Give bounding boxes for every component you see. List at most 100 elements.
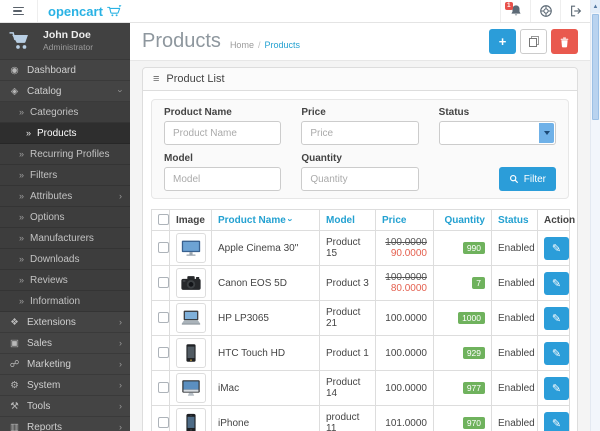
row-checkbox[interactable]	[158, 277, 169, 289]
sidebar-item-tools[interactable]: ⚒ Tools ›	[0, 396, 130, 417]
page-scrollbar[interactable]: ▲	[590, 0, 600, 431]
sidebar-item-filters[interactable]: » Filters	[0, 165, 130, 186]
submenu-arrow-icon: »	[19, 275, 25, 285]
add-new-button[interactable]: +	[489, 29, 516, 54]
price-cell: 101.0000	[375, 405, 434, 431]
sidebar-item-extensions[interactable]: ❖ Extensions ›	[0, 312, 130, 333]
row-checkbox[interactable]	[158, 382, 169, 394]
copy-button[interactable]	[520, 29, 547, 54]
sidebar-item-products[interactable]: » Products	[0, 123, 130, 144]
select-dropdown-arrow-icon[interactable]	[539, 123, 554, 143]
sort-quantity-link[interactable]: Quantity	[444, 215, 485, 226]
dashboard-icon: ◉	[10, 64, 19, 76]
sidebar-item-reviews[interactable]: » Reviews	[0, 270, 130, 291]
product-name-cell: Canon EOS 5D	[211, 265, 320, 301]
breadcrumb: Home / Products	[230, 40, 300, 50]
edit-button[interactable]: ✎	[544, 376, 569, 400]
user-profile: John Doe Administrator	[0, 23, 130, 60]
price: 100.0000	[385, 312, 427, 324]
logout-icon	[570, 5, 581, 17]
menu-toggle-button[interactable]	[0, 0, 38, 22]
scrollbar-up-arrow-icon[interactable]: ▲	[591, 0, 600, 13]
filter-button[interactable]: Filter	[498, 167, 556, 191]
filter-button-cell: Filter	[439, 153, 556, 191]
sort-price-link[interactable]: Price	[382, 215, 406, 226]
row-checkbox[interactable]	[158, 312, 169, 324]
edit-button[interactable]: ✎	[544, 411, 569, 431]
sidebar-nav: ◉ Dashboard ◈ Catalog ›» Categories» Products»…	[0, 60, 130, 431]
price: 101.0000	[385, 417, 427, 429]
sort-status-link[interactable]: Status	[498, 215, 529, 226]
cart-icon: ▣	[10, 337, 19, 349]
sidebar-item-categories[interactable]: » Categories	[0, 102, 130, 123]
status-select[interactable]	[438, 121, 556, 145]
quantity-badge: 1000	[458, 311, 485, 325]
model-cell: Product 21	[319, 300, 376, 336]
product-name-cell: HP LP3065	[211, 300, 320, 336]
special-price: 90.0000	[390, 248, 427, 259]
list-icon: ≡	[153, 73, 160, 85]
price: 100.0000	[385, 382, 427, 394]
price-cell: 100.0000 90.0000	[375, 230, 434, 266]
sidebar-item-dashboard[interactable]: ◉ Dashboard	[0, 60, 130, 81]
quantity-input[interactable]	[301, 167, 419, 191]
sidebar-item-downloads[interactable]: » Downloads	[0, 249, 130, 270]
pencil-icon: ✎	[551, 382, 562, 395]
product-thumbnail-phone	[176, 338, 206, 368]
scrollbar-thumb[interactable]	[592, 14, 599, 120]
pencil-icon: ✎	[551, 312, 562, 325]
sidebar-item-catalog[interactable]: ◈ Catalog ›	[0, 81, 130, 102]
sidebar-item-reports[interactable]: ▥ Reports ›	[0, 417, 130, 431]
page-toolbar: +	[489, 29, 578, 54]
status-cell: Enabled	[491, 300, 538, 336]
sidebar-item-attributes[interactable]: » Attributes ›	[0, 186, 130, 207]
plus-icon: +	[498, 34, 507, 49]
product-name-input[interactable]	[164, 121, 282, 145]
sort-model-link[interactable]: Model	[326, 215, 355, 226]
row-checkbox[interactable]	[158, 417, 169, 429]
sidebar-item-sales[interactable]: ▣ Sales ›	[0, 333, 130, 354]
product-name-label: Product Name	[164, 107, 232, 118]
breadcrumb-current-link[interactable]: Products	[264, 40, 300, 50]
filter-well: Product Name Price Status	[151, 99, 569, 199]
submenu-arrow-icon: »	[19, 107, 25, 117]
sort-product-name-link[interactable]: Product Name›	[218, 215, 295, 226]
breadcrumb-home-link[interactable]: Home	[230, 40, 254, 50]
sidebar-item-system[interactable]: ⚙ System ›	[0, 375, 130, 396]
sidebar-item-manufacturers[interactable]: » Manufacturers	[0, 228, 130, 249]
gear-icon: ⚙	[10, 379, 19, 391]
delete-button[interactable]	[551, 29, 578, 54]
price-input[interactable]	[301, 121, 419, 145]
edit-button[interactable]: ✎	[544, 271, 569, 295]
sidebar: John Doe Administrator ◉ Dashboard ◈ Catalo…	[0, 23, 130, 431]
edit-button[interactable]: ✎	[544, 236, 569, 260]
edit-button[interactable]: ✎	[544, 341, 569, 365]
product-thumbnail-iphone	[176, 408, 206, 431]
view-store-button[interactable]	[530, 0, 560, 22]
select-all-checkbox[interactable]	[158, 214, 169, 226]
sidebar-item-recurring-profiles[interactable]: » Recurring Profiles	[0, 144, 130, 165]
notifications-button[interactable]: 1	[500, 0, 530, 22]
price-cell: 100.0000 80.0000	[375, 265, 434, 301]
trash-icon	[560, 37, 569, 47]
sidebar-item-information[interactable]: » Information	[0, 291, 130, 312]
logout-button[interactable]	[560, 0, 590, 22]
model-input[interactable]	[164, 167, 282, 191]
sidebar-item-marketing[interactable]: ☍ Marketing ›	[0, 354, 130, 375]
quantity-label: Quantity	[301, 153, 342, 164]
brand-logo[interactable]: opencart	[38, 0, 132, 22]
table-row-imac: iMac Product 14 100.0000 977 Enabled ✎	[151, 370, 570, 406]
edit-button[interactable]: ✎	[544, 306, 569, 330]
filter-form: Product Name Price Status	[164, 107, 556, 191]
price: 100.0000	[385, 347, 427, 359]
profile-meta: John Doe Administrator	[43, 29, 93, 53]
row-checkbox[interactable]	[158, 347, 169, 359]
model-cell: product 11	[319, 405, 376, 431]
sidebar-item-options[interactable]: » Options	[0, 207, 130, 228]
wrench-icon: ⚒	[10, 400, 19, 412]
chevron-right-icon: ›	[119, 380, 122, 390]
submenu-arrow-icon: »	[19, 191, 25, 201]
user-role: Administrator	[43, 42, 94, 53]
row-checkbox[interactable]	[158, 242, 169, 254]
model-cell: Product 3	[319, 265, 376, 301]
